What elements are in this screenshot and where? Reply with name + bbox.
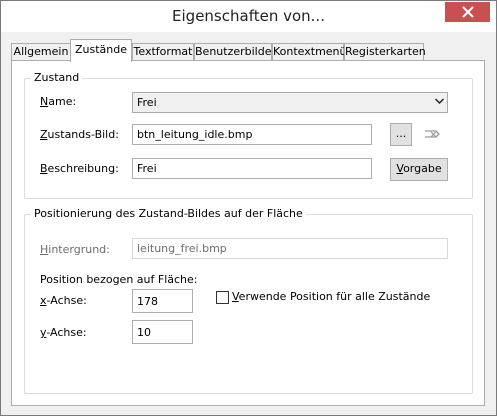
reset-image-button[interactable] xyxy=(421,123,445,145)
tab-benutzerbilder[interactable]: Benutzerbilder xyxy=(194,43,276,61)
y-achse-input[interactable]: 10 xyxy=(132,320,193,344)
hintergrund-label-text: intergrund: xyxy=(48,243,110,256)
hintergrund-input: leitung_frei.bmp xyxy=(132,238,448,259)
x-achse-label-text: -Achse: xyxy=(46,294,87,307)
vorgabe-button[interactable]: Vorgabe xyxy=(390,158,448,181)
use-position-for-all-label[interactable]: Verwende Position für alle Zustände xyxy=(232,290,430,303)
tab-zustaende[interactable]: Zustände xyxy=(70,39,132,62)
name-label-access-key: N xyxy=(40,95,49,108)
name-select-value: Frei xyxy=(137,96,157,109)
tab-panel-zustaende: Zustand Name: Frei Zustands-Bild: btn_le… xyxy=(11,60,485,406)
hintergrund-label: Hintergrund: xyxy=(40,243,110,256)
name-label-text: ame: xyxy=(48,95,77,108)
y-achse-label: y-Achse: xyxy=(40,326,87,339)
close-icon xyxy=(461,6,474,18)
name-select[interactable]: Frei xyxy=(132,92,448,113)
chevron-down-icon xyxy=(435,98,444,105)
zustands-bild-label: Zustands-Bild: xyxy=(40,128,119,141)
properties-dialog: Eigenschaften von... Allgemein Zustände … xyxy=(0,0,497,416)
tab-kontextmenue[interactable]: Kontextmenü xyxy=(272,43,347,61)
name-label: Name: xyxy=(40,95,76,108)
group-zustand-title: Zustand xyxy=(31,71,83,84)
zustands-bild-label-access-key: Z xyxy=(40,128,48,141)
close-button[interactable] xyxy=(445,2,490,22)
window-title: Eigenschaften von... xyxy=(172,7,325,25)
y-achse-label-text: -Achse: xyxy=(46,326,87,339)
x-achse-input[interactable]: 178 xyxy=(132,289,193,313)
use-position-for-all-access-key: V xyxy=(232,290,239,303)
vorgabe-button-text: orgabe xyxy=(403,162,442,175)
group-positionierung-title: Positionierung des Zustand-Bildes auf de… xyxy=(31,207,306,220)
zustands-bild-input[interactable]: btn_leitung_idle.bmp xyxy=(132,124,372,145)
beschreibung-label-text: eschreibung: xyxy=(47,162,119,175)
tab-textformat[interactable]: Textformat xyxy=(132,43,194,61)
reset-image-icon xyxy=(425,130,440,138)
tab-allgemein[interactable]: Allgemein xyxy=(11,43,71,61)
x-achse-label: x-Achse: xyxy=(40,294,87,307)
use-position-for-all-checkbox[interactable] xyxy=(216,291,229,304)
use-position-for-all-text: erwende Position für alle Zustände xyxy=(238,290,431,303)
beschreibung-label-access-key: B xyxy=(40,162,48,175)
title-bar: Eigenschaften von... xyxy=(1,1,496,32)
tab-registerkarten[interactable]: Registerkarten xyxy=(344,43,426,61)
browse-button[interactable]: ... xyxy=(390,123,412,146)
position-caption: Position bezogen auf Fläche: xyxy=(40,273,198,286)
beschreibung-input[interactable]: Frei xyxy=(132,158,372,179)
beschreibung-label: Beschreibung: xyxy=(40,162,119,175)
zustands-bild-label-text: ustands-Bild: xyxy=(47,128,119,141)
